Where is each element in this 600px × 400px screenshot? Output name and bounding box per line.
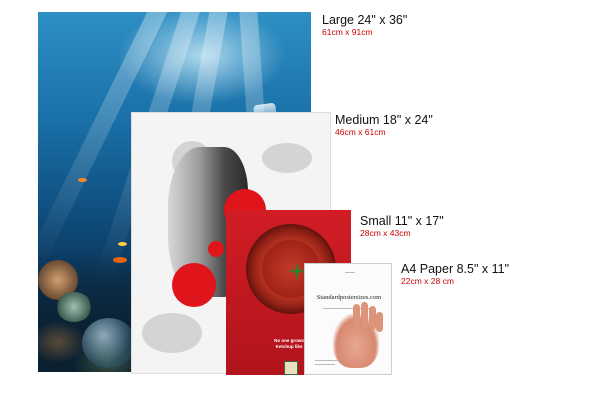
small-size-label: Small 11" x 17" — [360, 214, 444, 228]
large-size-label: Large 24" x 36" — [322, 13, 408, 27]
red-disc-shape — [208, 241, 224, 257]
a4-site-title: Standardpostersizes.com — [316, 294, 382, 301]
splash-shape — [262, 143, 312, 173]
splash-shape — [142, 313, 202, 353]
jar-shape — [82, 318, 136, 368]
a4-size-label: A4 Paper 8.5" x 11" — [401, 262, 510, 276]
a4-size-metric: 22cm x 28 cm — [401, 276, 454, 286]
finger-shape — [376, 312, 383, 332]
fish-shape — [118, 242, 127, 246]
coral-shape — [56, 292, 92, 322]
large-size-metric: 61cm x 91cm — [322, 27, 373, 37]
medium-size-label: Medium 18" x 24" — [335, 113, 433, 127]
a4-rule — [345, 272, 355, 273]
medium-size-metric: 46cm x 61cm — [335, 127, 386, 137]
fish-shape — [78, 178, 87, 182]
finger-shape — [353, 304, 360, 330]
heinz-logo — [284, 361, 298, 375]
small-poster-tagline: No one grows Ketchup like — [274, 338, 304, 349]
finger-shape — [369, 306, 376, 330]
a4-paper: Standardpostersizes.com — [304, 263, 392, 375]
small-size-metric: 28cm x 43cm — [360, 228, 411, 238]
a4-rule — [315, 364, 335, 365]
finger-shape — [361, 302, 368, 330]
a4-rule — [315, 360, 339, 361]
red-disc-shape — [172, 263, 216, 307]
